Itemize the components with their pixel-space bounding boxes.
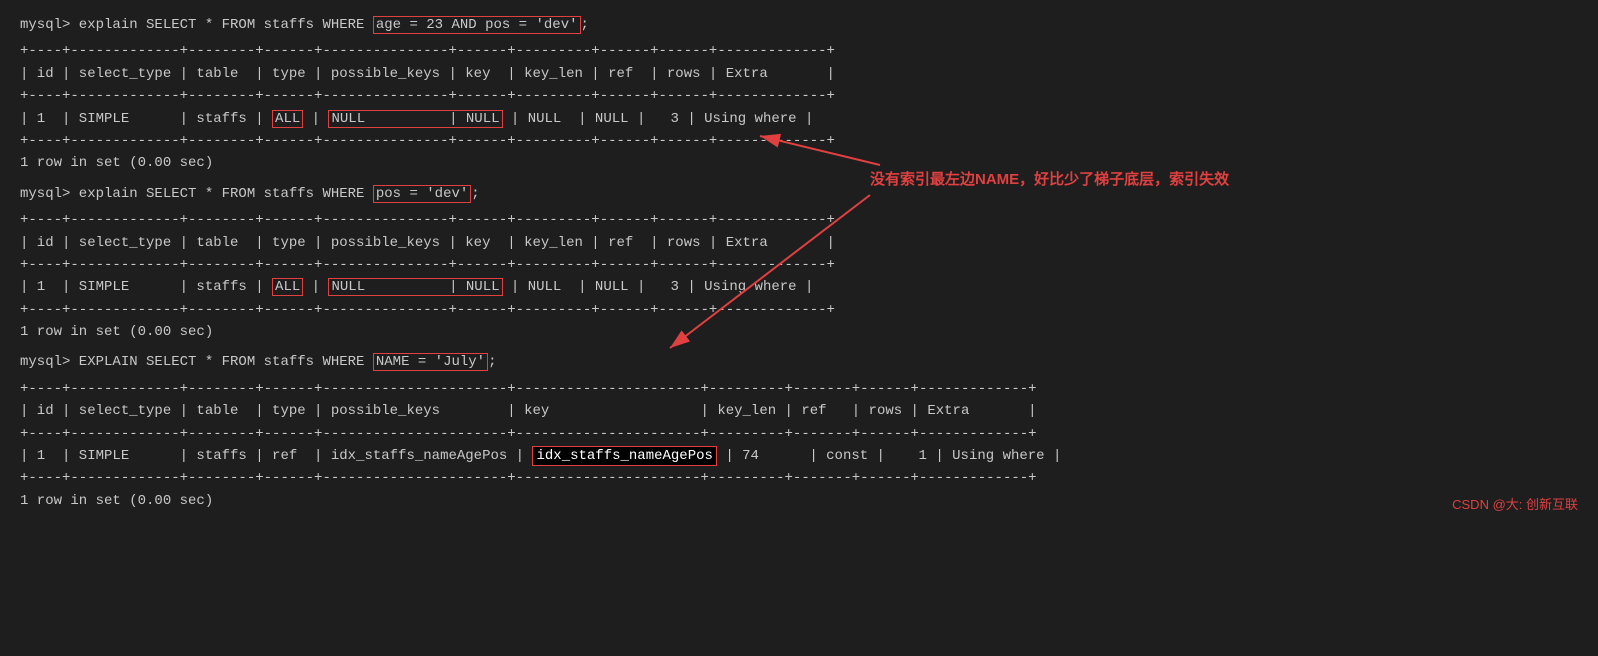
section-2: mysql> explain SELECT * FROM staffs WHER… (20, 183, 1578, 344)
sql-line-1: mysql> explain SELECT * FROM staffs WHER… (20, 14, 1578, 36)
section-3: mysql> EXPLAIN SELECT * FROM staffs WHER… (20, 351, 1578, 512)
annotation-text: 没有索引最左边NAME，好比少了梯子底层，索引失效 (870, 168, 1229, 192)
table3-sep1: +----+-------------+--------+------+----… (20, 378, 1578, 400)
rowset3: 1 row in set (0.00 sec) (20, 490, 1578, 512)
sql-line-2: mysql> explain SELECT * FROM staffs WHER… (20, 183, 1578, 205)
terminal: mysql> explain SELECT * FROM staffs WHER… (0, 0, 1598, 524)
highlight-box-3: NAME = 'July' (373, 353, 488, 371)
prompt-1: mysql> explain SELECT * FROM staffs WHER… (20, 17, 373, 33)
table2-sep2: +----+-------------+--------+------+----… (20, 254, 1578, 276)
table3-header: | id | select_type | table | type | poss… (20, 400, 1578, 422)
table3-keybox: idx_staffs_nameAgePos (532, 446, 716, 466)
table2-box2: NULL | NULL (328, 278, 502, 296)
prompt-3: mysql> EXPLAIN SELECT * FROM staffs WHER… (20, 354, 373, 370)
table3-row: | 1 | SIMPLE | staffs | ref | idx_staffs… (20, 445, 1578, 467)
table2-box1: ALL (272, 278, 303, 296)
sql-line-3: mysql> EXPLAIN SELECT * FROM staffs WHER… (20, 351, 1578, 373)
highlight-box-1: age = 23 AND pos = 'dev' (373, 16, 581, 34)
table1-box2: NULL | NULL (328, 110, 502, 128)
table2-row: | 1 | SIMPLE | staffs | ALL | NULL | NUL… (20, 276, 1578, 298)
rowset1: 1 row in set (0.00 sec) (20, 152, 1578, 174)
table1-sep3: +----+-------------+--------+------+----… (20, 130, 1578, 152)
table3-sep2: +----+-------------+--------+------+----… (20, 423, 1578, 445)
table2-sep3: +----+-------------+--------+------+----… (20, 299, 1578, 321)
section-1: mysql> explain SELECT * FROM staffs WHER… (20, 14, 1578, 175)
highlight-box-2: pos = 'dev' (373, 185, 471, 203)
prompt-2: mysql> explain SELECT * FROM staffs WHER… (20, 186, 373, 202)
footer: CSDN @大: 创新互联 (1452, 495, 1578, 516)
table1-sep2: +----+-------------+--------+------+----… (20, 85, 1578, 107)
table3-sep3: +----+-------------+--------+------+----… (20, 467, 1578, 489)
table1-box1: ALL (272, 110, 303, 128)
table1-header: | id | select_type | table | type | poss… (20, 63, 1578, 85)
table1-sep1: +----+-------------+--------+------+----… (20, 40, 1578, 62)
table2-header: | id | select_type | table | type | poss… (20, 232, 1578, 254)
table2-sep1: +----+-------------+--------+------+----… (20, 209, 1578, 231)
table1-row: | 1 | SIMPLE | staffs | ALL | NULL | NUL… (20, 108, 1578, 130)
rowset2: 1 row in set (0.00 sec) (20, 321, 1578, 343)
